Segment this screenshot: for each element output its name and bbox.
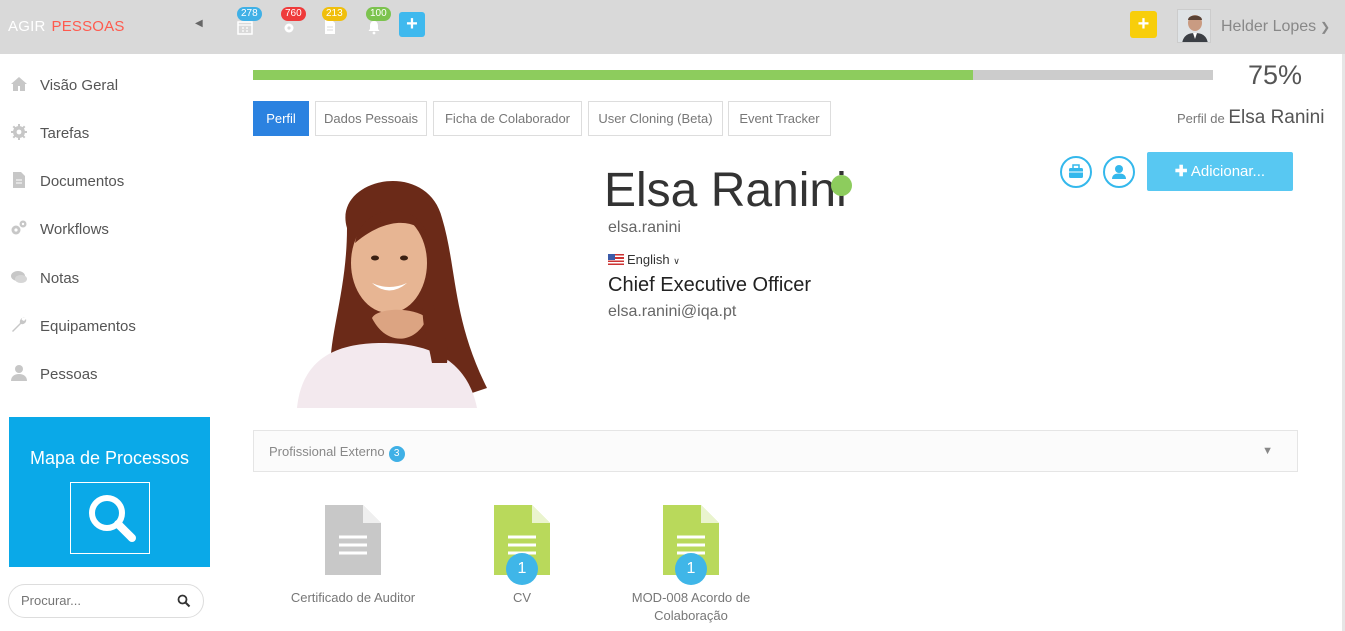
add-label: Adicionar... [1190, 163, 1266, 180]
document-icon [13, 172, 25, 188]
quick-add-button[interactable]: + [1130, 11, 1157, 38]
plus-icon: ✚ [1174, 163, 1188, 180]
language-label: English [627, 252, 670, 267]
chat-icon [11, 271, 27, 283]
home-icon [11, 77, 27, 91]
progress-percent: 75% [1248, 60, 1303, 90]
document-item-certificado[interactable]: Certificado de Auditor [268, 505, 438, 607]
progress-fill [253, 70, 973, 80]
user-menu[interactable]: Helder Lopes ❯ [1221, 18, 1330, 36]
user-profile-button[interactable] [1103, 156, 1135, 188]
sidebar-item-label: Equipamentos [40, 318, 136, 335]
sidebar-item-tarefas[interactable]: Tarefas [10, 118, 210, 148]
avatar-image [1178, 10, 1210, 42]
notification-badge: 760 [281, 7, 306, 21]
notification-badge: 213 [322, 7, 347, 21]
file-icon: 1 [492, 505, 552, 585]
chevron-down-icon: ❯ [1320, 20, 1331, 34]
document-item-cv[interactable]: 1 CV [437, 505, 607, 607]
search-input[interactable] [21, 593, 171, 608]
person-icon [11, 365, 27, 381]
sidebar-item-label: Workflows [40, 221, 109, 238]
chevron-down-icon: ∨ [673, 256, 680, 266]
profile-progress-bar [253, 70, 1213, 80]
document-label: MOD-008 Acordo de Colaboração [631, 590, 751, 623]
sidebar-item-label: Tarefas [40, 125, 90, 142]
online-status-indicator [831, 175, 852, 196]
file-icon: 1 [661, 505, 721, 585]
sidebar-item-workflows[interactable]: Workflows [10, 214, 210, 244]
brand-primary: AGIR [8, 18, 46, 35]
panel-title-wrap: Profissional Externo 3 [269, 444, 405, 462]
panel-title: Profissional Externo [269, 444, 385, 459]
sidebar-item-label: Visão Geral [40, 77, 119, 94]
caret-down-icon[interactable]: ▼ [1262, 445, 1273, 457]
process-map-search-button[interactable] [70, 482, 150, 554]
alerts-notification[interactable]: 100 [365, 7, 391, 38]
sidebar-item-visao-geral[interactable]: Visão Geral [10, 70, 210, 100]
sidebar-search[interactable] [8, 584, 204, 618]
profile-photo [277, 158, 494, 408]
calendar-icon [237, 21, 253, 35]
profile-username: elsa.ranini [608, 219, 681, 236]
magnifier-icon [89, 495, 136, 542]
document-label: CV [512, 590, 532, 605]
gears-icon [11, 220, 27, 235]
process-map-card[interactable]: Mapa de Processos [9, 417, 210, 567]
tab-dados-pessoais[interactable]: Dados Pessoais [315, 101, 427, 136]
calendar-notification[interactable]: 278 [236, 7, 262, 38]
profile-name: Elsa Ranini [604, 164, 847, 217]
panel-count-badge: 3 [388, 446, 405, 462]
gear-icon [284, 23, 294, 33]
profile-email: elsa.ranini@iqa.pt [608, 303, 737, 320]
tab-perfil[interactable]: Perfil [253, 101, 309, 136]
sidebar-item-label: Documentos [40, 173, 125, 190]
search-icon[interactable] [177, 594, 191, 608]
profile-of-name: Elsa Ranini [1228, 107, 1325, 128]
language-selector[interactable]: English ∨ [608, 252, 680, 267]
file-icon [323, 505, 383, 575]
sidebar-item-equipamentos[interactable]: Equipamentos [10, 311, 210, 341]
document-item-mod-008[interactable]: 1 MOD-008 Acordo de Colaboração [606, 505, 776, 625]
user-name: Helder Lopes [1221, 18, 1317, 35]
sidebar-item-pessoas[interactable]: Pessoas [10, 359, 210, 389]
document-count-badge: 1 [506, 553, 538, 585]
sidebar-item-notas[interactable]: Notas [10, 263, 210, 293]
briefcase-icon [1069, 164, 1083, 178]
top-bar: AGIR PESSOAS ◀ 278 760 213 100 + + Helder… [0, 0, 1345, 54]
tab-user-cloning[interactable]: User Cloning (Beta) [588, 101, 723, 136]
document-count-badge: 1 [675, 553, 707, 585]
tab-event-tracker[interactable]: Event Tracker [728, 101, 831, 136]
profile-job-title: Chief Executive Officer [608, 274, 812, 296]
documents-notification[interactable]: 213 [321, 7, 347, 38]
sidebar-item-documentos[interactable]: Documentos [10, 166, 210, 196]
brand-logo[interactable]: AGIR PESSOAS [8, 18, 125, 35]
tasks-notification[interactable]: 760 [280, 7, 306, 38]
document-label: Certificado de Auditor [290, 590, 416, 605]
sidebar-item-label: Pessoas [40, 366, 98, 383]
wrench-icon [12, 317, 27, 332]
us-flag-icon [608, 254, 624, 265]
process-map-title: Mapa de Processos [29, 448, 190, 468]
user-icon [1112, 165, 1126, 179]
profile-of-label: Perfil de Elsa Ranini [1177, 107, 1324, 129]
user-avatar[interactable] [1177, 9, 1211, 43]
notification-badge: 278 [237, 7, 262, 21]
profile-photo-image [297, 180, 487, 408]
profile-of-prefix: Perfil de [1177, 111, 1225, 126]
external-professional-panel[interactable]: Profissional Externo 3 ▼ [253, 430, 1298, 472]
bell-icon [368, 21, 380, 35]
collapse-sidebar-icon[interactable]: ◀ [195, 18, 203, 29]
gear-icon [11, 124, 27, 140]
add-dropdown-button[interactable]: ✚ Adicionar... [1147, 152, 1293, 191]
add-button[interactable]: + [399, 12, 425, 37]
tab-ficha-de-colaborador[interactable]: Ficha de Colaborador [433, 101, 582, 136]
file-gray-icon [325, 505, 381, 575]
notification-badge: 100 [366, 7, 391, 21]
document-icon [325, 20, 335, 34]
briefcase-button[interactable] [1060, 156, 1092, 188]
brand-secondary: PESSOAS [51, 18, 125, 35]
sidebar-item-label: Notas [40, 270, 80, 287]
